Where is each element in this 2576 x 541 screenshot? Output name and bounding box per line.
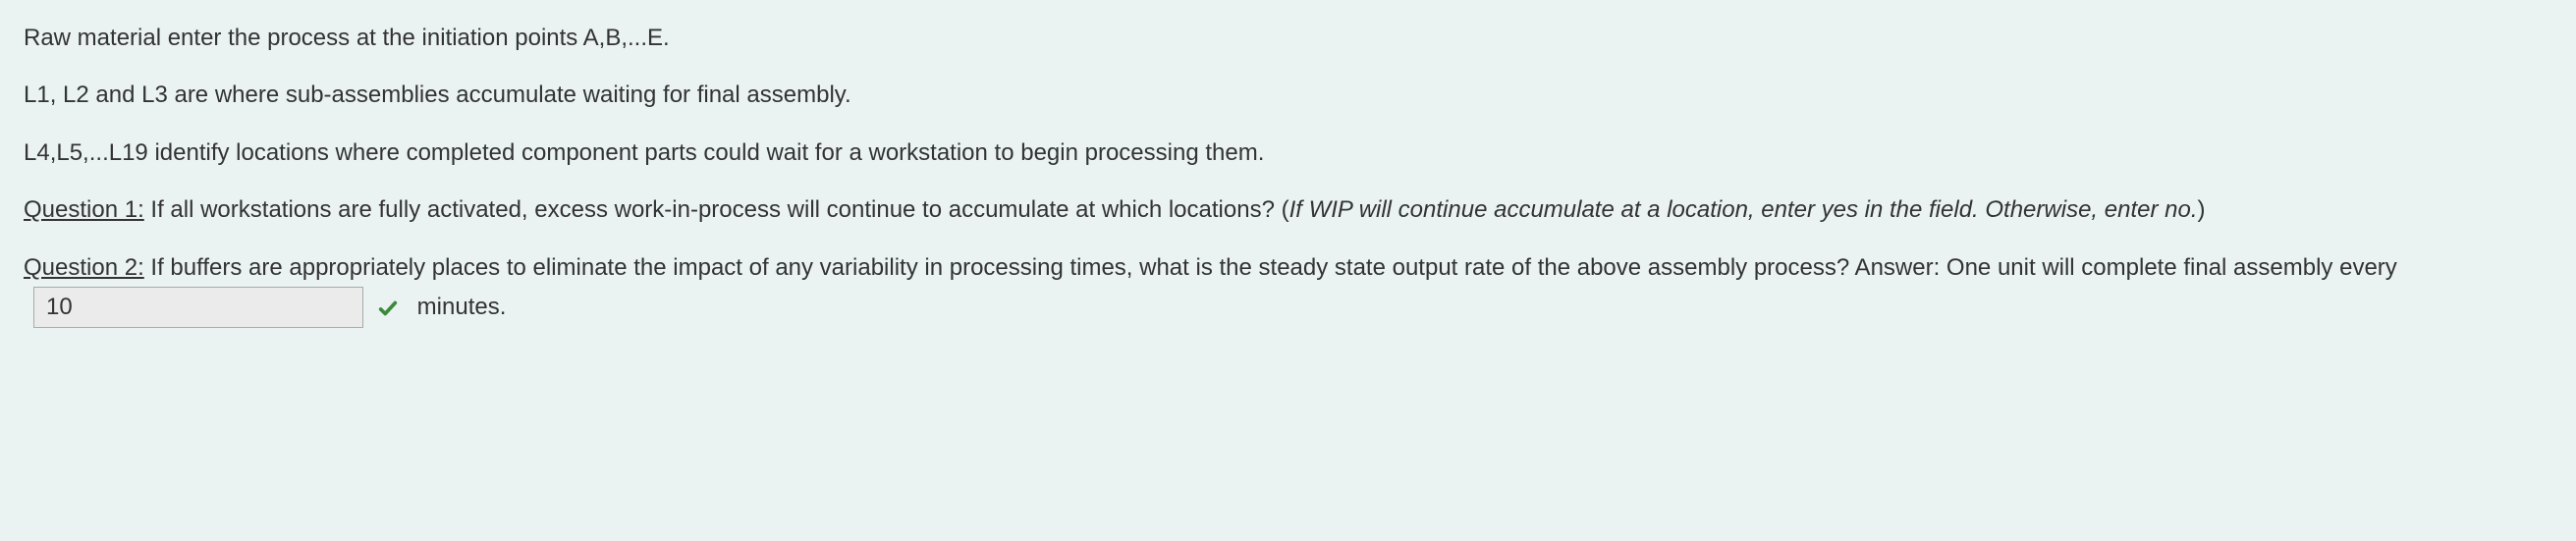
question-1-label: Question 1: [24,196,144,223]
intro-line-3: L4,L5,...L19 identify locations where co… [24,135,2552,172]
question-2-tail: minutes. [411,294,506,320]
question-2-text: If buffers are appropriately places to e… [144,254,2397,281]
question-1-text: If all workstations are fully activated,… [144,196,1289,223]
answer-input[interactable] [33,287,363,328]
intro-line-2: L1, L2 and L3 are where sub-assemblies a… [24,77,2552,114]
question-2: Question 2: If buffers are appropriately… [24,249,2552,328]
intro-line-1: Raw material enter the process at the in… [24,20,2552,57]
question-1: Question 1: If all workstations are full… [24,191,2552,229]
question-1-hint: If WIP will continue accumulate at a loc… [1289,196,2198,223]
question-1-tail: ) [2197,196,2205,223]
question-2-label: Question 2: [24,254,144,281]
check-icon [377,289,399,326]
